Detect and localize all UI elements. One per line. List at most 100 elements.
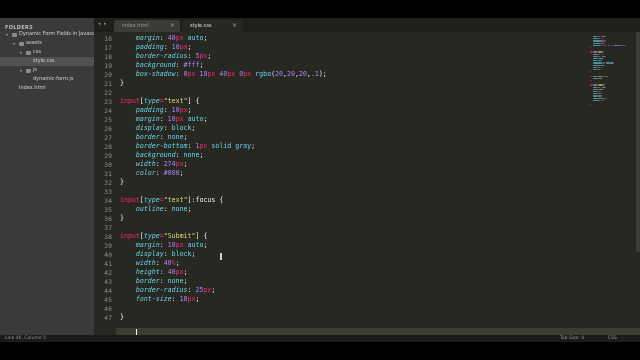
minimap[interactable] (590, 36, 636, 256)
tab-prev-icon[interactable]: ◂ (98, 21, 101, 27)
code-token: : (155, 160, 164, 168)
line-number: 41 (104, 260, 112, 268)
code-line: padding: 10px; (120, 106, 192, 115)
code-token: input (120, 196, 140, 204)
code-token: margin (135, 34, 160, 42)
file-item[interactable]: style.css (0, 57, 94, 66)
disclosure-arrow-icon[interactable]: ▾ (20, 66, 22, 75)
folder-item[interactable]: ▾ js (0, 66, 94, 75)
code-line: border: none; (120, 277, 188, 286)
tab-size-indicator[interactable]: Tab Size: 4 (560, 336, 584, 341)
code-token: : (155, 169, 164, 177)
minimap-token (602, 51, 604, 53)
code-token: 10 (167, 115, 176, 123)
code-token: box-shadow (135, 70, 176, 78)
tab-next-icon[interactable]: ▸ (104, 21, 107, 27)
code-token: solid (211, 142, 232, 150)
tab-style-css[interactable]: style.css × (182, 20, 242, 32)
folder-item[interactable]: ▾ assets (0, 39, 94, 48)
minimap-token (602, 58, 604, 60)
code-token: ; (183, 268, 188, 276)
code-token: ; (203, 241, 208, 249)
minimap-token (606, 62, 610, 64)
code-token: none (167, 133, 184, 141)
code-token: font-size (135, 295, 172, 303)
code-token: 40 (167, 268, 176, 276)
minimap-token (625, 44, 627, 46)
code-token: ; (207, 52, 212, 60)
minimap-token (604, 55, 606, 57)
code-token: width (135, 160, 156, 168)
syntax-indicator[interactable]: CSS (608, 336, 617, 341)
code-line: outline: none; (120, 205, 192, 214)
code-token: 20 (286, 70, 295, 78)
line-number: 34 (104, 197, 112, 205)
minimap-token (613, 62, 614, 64)
code-line: width: 40%; (120, 259, 180, 268)
disclosure-arrow-icon[interactable]: ▾ (13, 39, 15, 48)
code-token: 10 (171, 43, 180, 51)
minimap-token (592, 53, 598, 55)
code-token: padding (135, 106, 164, 114)
code-token: : (163, 250, 172, 258)
code-token: "text" (163, 196, 188, 204)
folder-item[interactable]: ▾ Dynamic Form Fields in Javascript (0, 30, 94, 39)
disclosure-arrow-icon[interactable]: ▾ (20, 48, 22, 57)
tree-item-label: css (33, 49, 41, 55)
line-number: 33 (104, 188, 112, 196)
mouse-ibeam-cursor (220, 253, 222, 260)
code-token: none (183, 151, 200, 159)
code-token: :focus { (191, 196, 224, 204)
minimap-token (590, 47, 591, 49)
code-token: width (135, 259, 156, 267)
code-token: ; (183, 277, 188, 285)
close-icon[interactable]: × (170, 22, 175, 29)
code-token: : (159, 268, 168, 276)
code-token: border-bottom (135, 142, 188, 150)
code-token: : (171, 295, 180, 303)
code-line: background: none; (120, 151, 204, 160)
code-token: } (120, 79, 124, 87)
code-token: } (120, 214, 124, 222)
code-token: : (155, 259, 164, 267)
code-token: ); (318, 70, 327, 78)
code-editor[interactable]: 16 17 18 19 20 21 22 23 24 25 26 27 28 29 30 31 32 33 34 35… (94, 32, 640, 335)
scrollbar-thumb[interactable] (636, 32, 640, 252)
line-number: 26 (104, 125, 112, 133)
code-token: px (175, 241, 184, 249)
folder-tree: ▾ Dynamic Form Fields in Javascript ▾ asset… (0, 30, 94, 93)
code-line: box-shadow: 0px 10px 40px 0px rgba(20,20… (120, 70, 327, 79)
code-line: border-bottom: 1px solid gray; (120, 142, 255, 151)
line-number: 27 (104, 134, 112, 142)
disclosure-arrow-icon[interactable]: ▾ (6, 30, 8, 39)
minimap-token (601, 60, 602, 62)
minimap-token (590, 104, 591, 106)
code-token: "text" (163, 97, 188, 105)
code-token: background (135, 151, 176, 159)
code-token: border (135, 133, 160, 141)
code-token: ; (251, 142, 256, 150)
minimap-token (592, 38, 598, 40)
code-token: rgba (255, 70, 272, 78)
status-bar: Line 46, Column 5 Tab Size: 4 CSS (0, 335, 640, 342)
close-icon[interactable]: × (232, 22, 237, 29)
folder-icon (26, 51, 31, 55)
code-line: } (120, 79, 124, 88)
code-area[interactable]: margin: 40px auto; padding: 10px; border… (120, 32, 590, 335)
tab-index-html[interactable]: index.html × (114, 20, 180, 32)
code-token: px (175, 115, 184, 123)
file-item[interactable]: dynamic-form.js (0, 75, 94, 84)
code-token: margin (135, 241, 160, 249)
minimap-token (592, 77, 598, 79)
line-number: 22 (104, 89, 112, 97)
code-line: input[type="Submit"] { (120, 232, 207, 241)
folder-icon (12, 33, 17, 37)
line-number: 23 (104, 98, 112, 106)
file-item[interactable]: index.html (0, 84, 94, 93)
folder-item[interactable]: ▾ css (0, 48, 94, 57)
minimap-token (592, 64, 600, 66)
